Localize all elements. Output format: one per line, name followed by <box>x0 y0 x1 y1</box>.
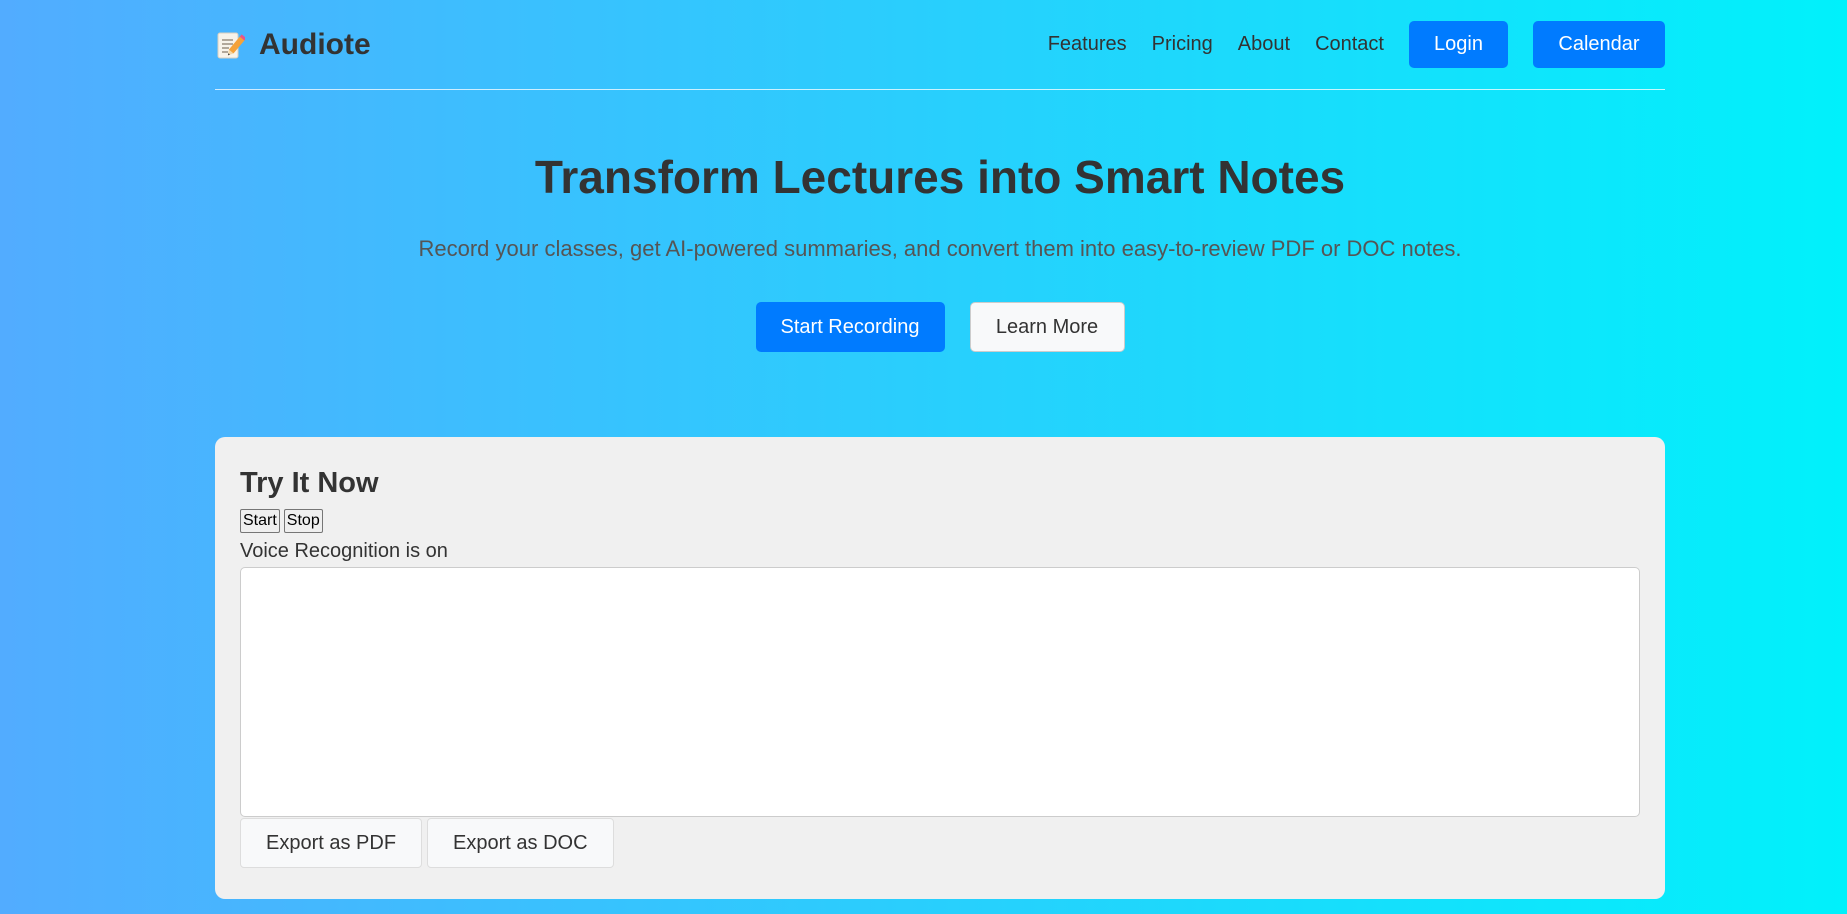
nav-links: Features Pricing About Contact Login Cal… <box>1048 21 1665 68</box>
calendar-button[interactable]: Calendar <box>1533 21 1665 68</box>
nav-link-pricing[interactable]: Pricing <box>1152 33 1213 56</box>
brand[interactable]: Audiote <box>215 28 371 62</box>
try-it-title: Try It Now <box>240 467 379 499</box>
start-button[interactable]: Start <box>240 509 280 533</box>
hero-title: Transform Lectures into Smart Notes <box>534 151 1346 203</box>
recognition-controls: Start Stop <box>240 509 1640 533</box>
login-button[interactable]: Login <box>1409 21 1508 68</box>
nav-link-contact[interactable]: Contact <box>1315 33 1384 56</box>
brand-name: Audiote <box>259 27 371 61</box>
recognition-status: Voice Recognition is on <box>240 540 448 562</box>
hero-actions: Start Recording Learn More <box>215 302 1665 352</box>
stop-button[interactable]: Stop <box>283 509 323 533</box>
nav-link-about[interactable]: About <box>1238 33 1290 56</box>
hero-section: Transform Lectures into Smart Notes Reco… <box>215 152 1665 352</box>
export-pdf-button[interactable]: Export as PDF <box>240 818 423 868</box>
hero-subtitle: Record your classes, get AI-powered summ… <box>418 236 1462 261</box>
transcript-textarea[interactable] <box>240 567 1640 817</box>
page-container: Audiote Features Pricing About Contact L… <box>215 0 1665 899</box>
nav-link-features[interactable]: Features <box>1048 33 1127 56</box>
export-actions: Export as PDF Export as DOC <box>240 818 1640 868</box>
start-recording-button[interactable]: Start Recording <box>755 302 945 352</box>
export-doc-button[interactable]: Export as DOC <box>427 818 614 868</box>
navbar: Audiote Features Pricing About Contact L… <box>215 0 1665 90</box>
try-it-panel: Try It Now Start Stop Voice Recognition … <box>215 437 1665 899</box>
learn-more-button[interactable]: Learn More <box>969 302 1125 352</box>
memo-pencil-icon <box>215 29 247 61</box>
